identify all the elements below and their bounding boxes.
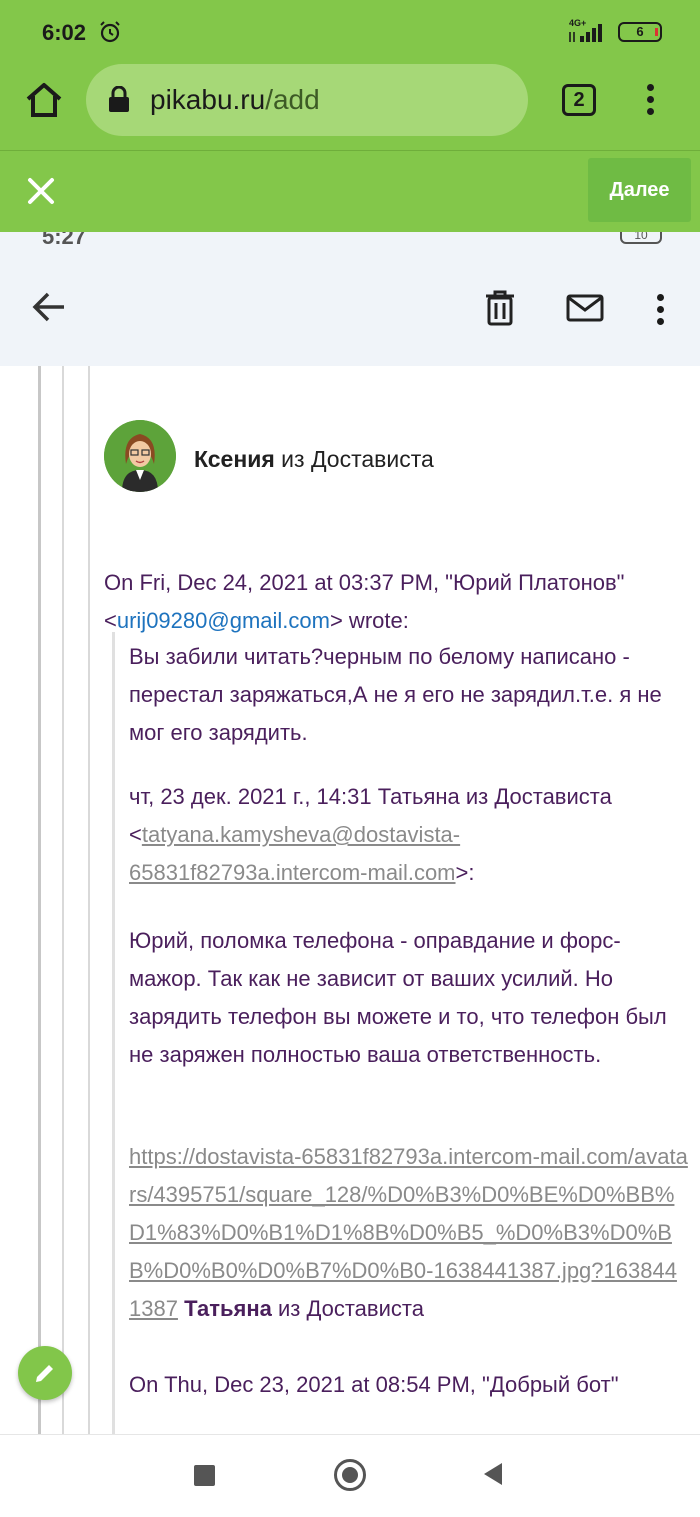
mail-app-header: 5:27 10 <box>0 232 700 366</box>
close-icon[interactable] <box>26 176 56 206</box>
message-thread: Ксения из Достависта On Fri, Dec 24, 202… <box>0 366 700 1434</box>
pencil-icon <box>36 1365 53 1382</box>
status-bar: 6:02 4G+ 6 <box>0 0 700 62</box>
sender-email-link[interactable]: urij09280@gmail.com <box>117 608 330 633</box>
thread-line <box>88 366 90 1434</box>
back-arrow-icon[interactable] <box>32 290 66 324</box>
inner-battery-icon: 10 <box>620 232 662 244</box>
recents-icon[interactable] <box>194 1465 215 1486</box>
inner-status-time: 5:27 <box>42 232 87 249</box>
thread-line <box>38 366 41 1434</box>
browser-menu-icon[interactable] <box>646 84 654 120</box>
mail-icon[interactable] <box>566 294 604 322</box>
home-nav-icon[interactable] <box>334 1459 366 1491</box>
edit-button[interactable] <box>18 1346 72 1400</box>
thread-line <box>62 366 64 1434</box>
tab-switcher-button[interactable]: 2 <box>562 84 596 116</box>
reply-text: Вы забили читать?черным по белому написа… <box>129 644 662 745</box>
next-quote-header: On Thu, Dec 23, 2021 at 08:54 PM, "Добры… <box>129 1372 619 1397</box>
avatar-url-link[interactable]: https://dostavista-65831f82793a.intercom… <box>129 1144 688 1321</box>
address-bar[interactable]: pikabu.ru/add <box>86 64 528 136</box>
url-text: pikabu.ru/add <box>150 84 320 115</box>
battery-icon: 6 <box>618 22 662 42</box>
quote-email-link[interactable]: tatyana.kamysheva@dostavista-65831f82793… <box>129 822 460 885</box>
alarm-icon <box>100 21 120 43</box>
system-nav-bar <box>0 1434 700 1517</box>
status-time: 6:02 <box>42 20 87 45</box>
trash-icon[interactable] <box>484 290 516 326</box>
mail-menu-icon[interactable] <box>656 294 664 330</box>
sender-name: Ксения из Достависта <box>194 446 434 472</box>
reply-header: On Fri, Dec 24, 2021 at 03:37 PM, "Юрий … <box>104 570 625 633</box>
browser-toolbar: 6:02 4G+ 6 pikabu.ru/add 2 Далее <box>0 0 700 232</box>
next-button[interactable]: Далее <box>588 158 691 222</box>
toolbar-divider <box>0 150 700 151</box>
back-nav-icon[interactable] <box>484 1463 502 1485</box>
quote-text: Юрий, поломка телефона - оправдание и фо… <box>129 928 667 1067</box>
quote-header: чт, 23 дек. 2021 г., 14:31 Татьяна из До… <box>129 784 612 885</box>
lock-icon <box>109 86 129 112</box>
signal-icon <box>569 24 602 42</box>
quote-bar <box>112 632 115 1434</box>
avatar <box>104 420 176 492</box>
avatar-link-line: https://dostavista-65831f82793a.intercom… <box>129 1144 688 1321</box>
home-icon[interactable] <box>22 78 66 122</box>
